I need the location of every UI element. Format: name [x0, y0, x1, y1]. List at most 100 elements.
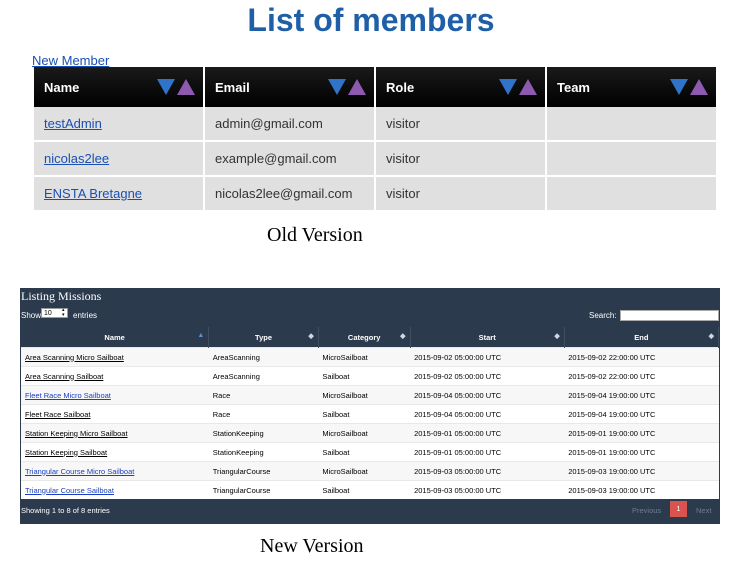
mission-type-cell: Race — [208, 404, 319, 424]
sort-arrows-icon[interactable] — [499, 79, 537, 95]
member-email-cell: nicolas2lee@gmail.com — [205, 177, 374, 212]
member-team-cell — [547, 107, 716, 142]
mission-end-cell: 2015-09-03 19:00:00 UTC — [564, 461, 719, 481]
mission-end-cell: 2015-09-02 22:00:00 UTC — [564, 347, 719, 367]
column-header-label: Start — [478, 332, 496, 342]
mission-name-link[interactable]: Fleet Race Micro Sailboat — [21, 385, 209, 405]
pagination-previous-button[interactable]: Previous — [632, 506, 661, 515]
table-row: Triangular Course Sailboat TriangularCour… — [21, 480, 719, 499]
missions-panel: Listing Missions Show 10 entries Search:… — [20, 288, 720, 524]
column-header-start[interactable]: Start ◆ — [410, 327, 565, 348]
mission-type-cell: AreaScanning — [208, 366, 319, 386]
mission-type-cell: TriangularCourse — [208, 461, 319, 481]
new-member-link[interactable]: New Member — [32, 53, 109, 68]
missions-table-body: Area Scanning Micro Sailboat AreaScanning… — [21, 347, 719, 499]
sort-both-icon: ◆ — [708, 333, 714, 340]
mission-start-cell: 2015-09-04 05:00:00 UTC — [410, 385, 565, 405]
mission-end-cell: 2015-09-01 19:00:00 UTC — [564, 442, 719, 462]
column-header-label: Role — [386, 79, 415, 95]
column-header-label: Email — [215, 79, 250, 95]
table-row: Area Scanning Sailboat AreaScanning Sailbo… — [21, 366, 719, 386]
member-email-cell: example@gmail.com — [205, 142, 374, 177]
mission-type-cell: StationKeeping — [208, 423, 319, 443]
panel-title: Listing Missions — [21, 289, 102, 303]
column-header-end[interactable]: End ◆ — [564, 327, 720, 348]
table-row: Area Scanning Micro Sailboat AreaScanning… — [21, 347, 719, 367]
mission-category-cell: MicroSailboat — [318, 385, 411, 405]
column-header-email[interactable]: Email — [205, 67, 374, 107]
mission-category-cell: Sailboat — [318, 442, 411, 462]
mission-type-cell: StationKeeping — [208, 442, 319, 462]
member-name-cell: ENSTA Bretagne — [34, 177, 203, 212]
member-name-link[interactable]: nicolas2lee — [44, 151, 109, 166]
mission-name-link[interactable]: Triangular Course Micro Sailboat — [21, 461, 209, 481]
mission-category-cell: Sailboat — [318, 480, 411, 499]
column-header-category[interactable]: Category ◆ — [318, 327, 411, 348]
mission-name-link[interactable]: Station Keeping Sailboat — [21, 442, 209, 462]
member-role-cell: visitor — [376, 142, 545, 177]
sort-asc-icon: ▲ — [197, 332, 205, 339]
table-row: Fleet Race Sailboat Race Sailboat 2015-09-0… — [21, 404, 719, 424]
member-name-link[interactable]: ENSTA Bretagne — [44, 186, 142, 201]
mission-start-cell: 2015-09-02 05:00:00 UTC — [410, 366, 565, 386]
mission-end-cell: 2015-09-01 19:00:00 UTC — [564, 423, 719, 443]
members-table: Name Email Role Team testAdmin admin@gma… — [32, 67, 718, 212]
old-version-caption: Old Version — [267, 224, 363, 246]
entries-per-page-select[interactable]: 10 — [41, 308, 68, 318]
show-label: Show — [21, 311, 42, 320]
mission-end-cell: 2015-09-04 19:00:00 UTC — [564, 404, 719, 424]
mission-category-cell: MicroSailboat — [318, 423, 411, 443]
mission-end-cell: 2015-09-02 22:00:00 UTC — [564, 366, 719, 386]
column-header-role[interactable]: Role — [376, 67, 545, 107]
sort-both-icon: ◆ — [554, 333, 560, 340]
search-label: Search: — [589, 311, 617, 320]
mission-name-link[interactable]: Area Scanning Sailboat — [21, 366, 209, 386]
member-name-link[interactable]: testAdmin — [44, 116, 102, 131]
column-header-label: Team — [557, 79, 590, 95]
mission-start-cell: 2015-09-02 05:00:00 UTC — [410, 347, 565, 367]
missions-table: Name ▲ Type ◆ Category ◆ Start ◆ End ◆ Area S… — [21, 327, 720, 499]
table-row: ENSTA Bretagne nicolas2lee@gmail.com vis… — [34, 177, 716, 212]
sort-arrows-icon[interactable] — [328, 79, 366, 95]
column-header-team[interactable]: Team — [547, 67, 716, 107]
pagination-next-button[interactable]: Next — [696, 506, 711, 515]
table-row: testAdmin admin@gmail.com visitor — [34, 107, 716, 142]
sort-arrows-icon[interactable] — [670, 79, 708, 95]
mission-category-cell: MicroSailboat — [318, 347, 411, 367]
member-email-cell: admin@gmail.com — [205, 107, 374, 142]
mission-start-cell: 2015-09-03 05:00:00 UTC — [410, 461, 565, 481]
member-role-cell: visitor — [376, 177, 545, 212]
column-header-label: Category — [347, 332, 381, 342]
mission-end-cell: 2015-09-04 19:00:00 UTC — [564, 385, 719, 405]
entries-label: entries — [73, 311, 98, 320]
mission-start-cell: 2015-09-03 05:00:00 UTC — [410, 480, 565, 499]
member-role-cell: visitor — [376, 107, 545, 142]
column-header-label: End — [634, 332, 649, 342]
column-header-type[interactable]: Type ◆ — [208, 327, 319, 348]
mission-type-cell: Race — [208, 385, 319, 405]
mission-start-cell: 2015-09-04 05:00:00 UTC — [410, 404, 565, 424]
table-row: Fleet Race Micro Sailboat Race MicroSailbo… — [21, 385, 719, 405]
table-row: Station Keeping Micro Sailboat StationKee… — [21, 423, 719, 443]
pagination-page-button[interactable]: 1 — [670, 501, 687, 517]
page-title: List of members — [247, 2, 495, 38]
mission-type-cell: AreaScanning — [208, 347, 319, 367]
mission-category-cell: MicroSailboat — [318, 461, 411, 481]
column-header-name[interactable]: Name ▲ — [21, 327, 210, 348]
column-header-name[interactable]: Name — [34, 67, 203, 107]
mission-category-cell: Sailboat — [318, 404, 411, 424]
member-name-cell: testAdmin — [34, 107, 203, 142]
search-input[interactable] — [620, 310, 719, 321]
member-team-cell — [547, 177, 716, 212]
member-name-cell: nicolas2lee — [34, 142, 203, 177]
column-header-label: Name — [44, 79, 80, 95]
mission-start-cell: 2015-09-01 05:00:00 UTC — [410, 442, 565, 462]
table-row: nicolas2lee example@gmail.com visitor — [34, 142, 716, 177]
mission-end-cell: 2015-09-03 19:00:00 UTC — [564, 480, 719, 499]
mission-name-link[interactable]: Triangular Course Sailboat — [21, 480, 209, 499]
mission-name-link[interactable]: Area Scanning Micro Sailboat — [21, 347, 209, 367]
column-header-label: Type — [255, 332, 272, 342]
mission-name-link[interactable]: Station Keeping Micro Sailboat — [21, 423, 209, 443]
sort-arrows-icon[interactable] — [157, 79, 195, 95]
mission-name-link[interactable]: Fleet Race Sailboat — [21, 404, 209, 424]
